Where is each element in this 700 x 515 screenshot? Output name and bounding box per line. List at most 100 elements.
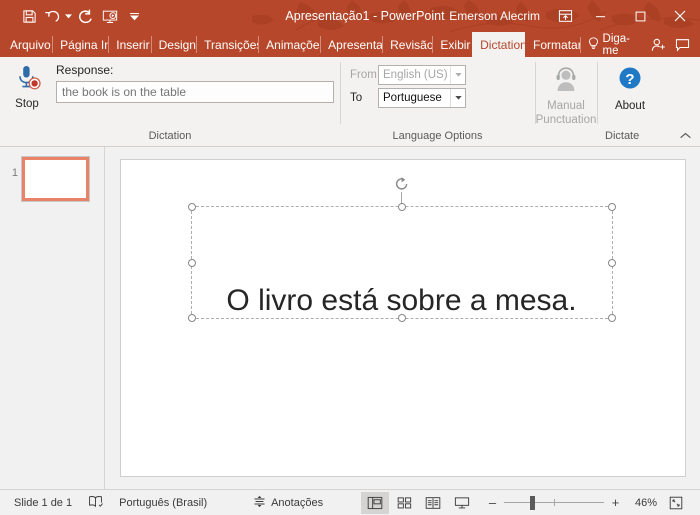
language-to-dropdown[interactable]: Portuguese <box>378 88 466 108</box>
comment-icon[interactable] <box>672 32 694 57</box>
response-label: Response: <box>56 63 114 77</box>
chevron-down-icon[interactable] <box>450 66 465 84</box>
tell-me-box[interactable]: Diga-me <box>579 33 646 57</box>
start-presentation-button[interactable] <box>99 5 121 27</box>
slide-sorter-button[interactable] <box>390 492 418 514</box>
notes-label: Anotações <box>271 496 324 509</box>
tab-design[interactable]: Design <box>150 32 197 57</box>
chevron-down-icon[interactable] <box>450 89 465 107</box>
headset-person-icon <box>551 66 581 99</box>
zoom-slider[interactable] <box>504 495 605 510</box>
help-circle-icon: ? <box>615 66 645 99</box>
language-status[interactable]: Português (Brasil) <box>111 492 215 514</box>
zoom-slider-midpoint <box>554 498 556 506</box>
dictate-group-body: ? About <box>597 61 700 126</box>
account-name[interactable]: Emerson Alecrim <box>439 9 550 23</box>
tab-animacoes[interactable]: Animações <box>258 32 320 57</box>
tab-strip-right: Diga-me <box>579 32 700 57</box>
language-to-value: Portuguese <box>383 92 442 104</box>
dictation-group-body: Stop Response: <box>0 61 340 126</box>
slide-canvas-area[interactable]: O livro está sobre a mesa. <box>105 147 700 489</box>
slide-text-content[interactable]: O livro está sobre a mesa. <box>226 286 576 316</box>
manual-punctuation-label-line2: Punctuation <box>535 114 597 126</box>
status-bar: Slide 1 de 1 Português (Brasil) Anotaçõe… <box>0 489 700 515</box>
resize-handle-top-right[interactable] <box>607 203 616 211</box>
accessibility-status[interactable] <box>80 492 111 514</box>
resize-handle-bottom-left[interactable] <box>187 314 196 322</box>
slide-count-status[interactable]: Slide 1 de 1 <box>6 492 80 514</box>
redo-button[interactable] <box>75 5 97 27</box>
notes-button[interactable]: Anotações <box>245 492 331 514</box>
zoom-slider-thumb[interactable] <box>530 495 536 510</box>
manual-punctuation-group-spacer <box>535 127 597 147</box>
tab-exibir[interactable]: Exibir <box>432 32 472 57</box>
save-button[interactable] <box>18 5 40 27</box>
zoom-control: – + 46% <box>482 492 694 514</box>
manual-punctuation-button[interactable]: Manual Punctuation <box>535 63 597 127</box>
zoom-percent-label[interactable]: 46% <box>627 497 657 509</box>
tab-pagina-inicial[interactable]: Página In <box>52 32 108 57</box>
tab-formatar[interactable]: Formatar <box>525 32 579 57</box>
slide-show-button[interactable] <box>448 492 476 514</box>
language-from-dropdown[interactable]: English (US) <box>378 65 466 85</box>
language-group-label: Language Options <box>392 130 483 142</box>
slide-thumbnail-pane: 1 <box>0 147 105 489</box>
slide-thumbnail-row: 1 <box>0 157 104 201</box>
work-area: 1 O livro está sobre a mesa. <box>0 147 700 489</box>
reading-view-button[interactable] <box>419 492 447 514</box>
selected-text-placeholder[interactable]: O livro está sobre a mesa. <box>187 177 616 322</box>
resize-handle-middle-right[interactable] <box>607 258 616 267</box>
stop-dictation-button[interactable]: Stop <box>4 61 50 111</box>
fit-to-window-button[interactable] <box>664 492 688 514</box>
customize-quick-access-button[interactable] <box>123 5 145 27</box>
response-input[interactable] <box>56 81 334 103</box>
svg-text:?: ? <box>625 71 634 88</box>
resize-handle-bottom-right[interactable] <box>607 314 616 322</box>
zoom-out-button[interactable]: – <box>488 496 497 509</box>
about-label: About <box>614 100 646 112</box>
resize-handle-top-center[interactable] <box>397 203 406 211</box>
quick-access-toolbar <box>0 5 145 27</box>
language-from-label: From <box>350 69 377 81</box>
tab-revisao[interactable]: Revisão <box>382 32 432 57</box>
undo-dropdown-arrow-icon[interactable] <box>64 5 73 27</box>
microphone-recording-icon <box>12 64 42 97</box>
collapse-ribbon-button[interactable] <box>676 126 694 144</box>
document-title: Apresentação1 <box>285 9 370 23</box>
tab-dictation[interactable]: Dictation <box>472 32 526 57</box>
zoom-in-button[interactable]: + <box>611 496 620 509</box>
tab-apresentacao[interactable]: Apresentação <box>320 32 382 57</box>
title-bar: Apresentação1 - PowerPoint Emerson Alecr… <box>0 0 700 32</box>
language-group-body: From English (US) To Portuguese <box>340 61 535 126</box>
resize-handle-middle-left[interactable] <box>187 258 196 267</box>
powerpoint-window: Apresentação1 - PowerPoint Emerson Alecr… <box>0 0 700 515</box>
about-button[interactable]: ? About <box>607 63 653 113</box>
dictation-group-label: Dictation <box>148 130 192 142</box>
share-person-icon[interactable] <box>648 32 670 57</box>
tab-inserir[interactable]: Inserir <box>108 32 150 57</box>
accessibility-book-icon <box>88 495 104 511</box>
title-bar-right: Emerson Alecrim <box>439 0 700 32</box>
tab-transicoes[interactable]: Transições <box>196 32 258 57</box>
ribbon-display-options-icon[interactable] <box>550 0 580 32</box>
resize-handle-bottom-center[interactable] <box>397 314 406 322</box>
maximize-button[interactable] <box>620 0 660 32</box>
undo-button[interactable] <box>42 5 73 27</box>
tab-arquivo[interactable]: Arquivo <box>0 32 52 57</box>
close-button[interactable] <box>660 0 700 32</box>
slide-canvas[interactable]: O livro está sobre a mesa. <box>119 159 686 477</box>
ribbon-tab-strip: Arquivo Página In Inserir Design Transiç… <box>0 32 700 57</box>
language-to-row: To Portuguese <box>350 88 466 108</box>
language-from-value: English (US) <box>383 69 448 81</box>
undo-icon[interactable] <box>42 5 64 27</box>
response-field-wrapper: Response: <box>50 61 334 103</box>
slide-thumbnail-number: 1 <box>11 167 18 179</box>
manual-punctuation-label-line1: Manual <box>547 100 585 112</box>
resize-handle-top-left[interactable] <box>187 203 196 211</box>
normal-view-button[interactable] <box>361 491 390 514</box>
rotate-handle-icon[interactable] <box>393 175 411 193</box>
ribbon-group-dictation: Stop Response: Dictation <box>0 57 340 146</box>
slide-thumbnail-1[interactable] <box>22 157 89 201</box>
ribbon-group-manual-punctuation: Manual Punctuation <box>535 57 597 146</box>
minimize-button[interactable] <box>580 0 620 32</box>
